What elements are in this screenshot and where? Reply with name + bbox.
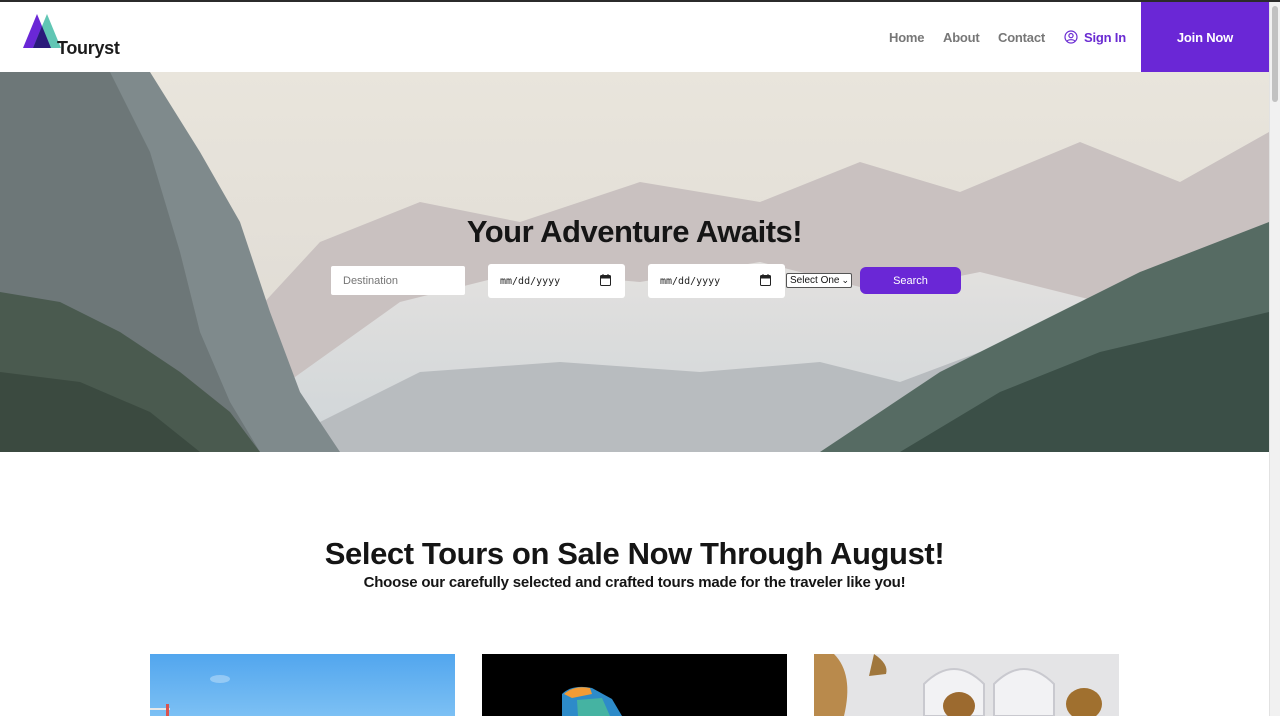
site-header: Touryst Home About Contact Sign In Join … bbox=[0, 2, 1269, 72]
nav-item-about[interactable]: About bbox=[943, 2, 980, 72]
tour-photo-colorful bbox=[562, 686, 622, 716]
hero-banner: Your Adventure Awaits! mm/dd/yyyy mm/dd/… bbox=[0, 72, 1269, 452]
calendar-icon[interactable] bbox=[600, 274, 611, 286]
destination-input[interactable] bbox=[331, 266, 465, 295]
search-bar: mm/dd/yyyy mm/dd/yyyy Select One ⌄ Searc… bbox=[0, 264, 1269, 298]
tour-photo-sky bbox=[150, 675, 230, 716]
nav-link-contact[interactable]: Contact bbox=[998, 30, 1045, 45]
end-date-text: mm/dd/yyyy bbox=[660, 275, 721, 287]
nav-item-home[interactable]: Home bbox=[889, 2, 925, 72]
user-circle-icon bbox=[1064, 30, 1078, 44]
nav-link-about[interactable]: About bbox=[943, 30, 980, 45]
start-date-input[interactable]: mm/dd/yyyy bbox=[488, 264, 625, 298]
tour-card-image[interactable] bbox=[150, 654, 455, 716]
nav-link-home[interactable]: Home bbox=[889, 30, 925, 45]
chevron-down-icon: ⌄ bbox=[841, 275, 849, 285]
page-scrollbar[interactable] bbox=[1269, 2, 1280, 716]
sale-section-title: Select Tours on Sale Now Through August! bbox=[324, 536, 945, 571]
hero-title: Your Adventure Awaits! bbox=[466, 214, 803, 249]
join-now-button[interactable]: Join Now bbox=[1141, 2, 1269, 72]
nav-item-contact[interactable]: Contact bbox=[998, 2, 1045, 72]
logo[interactable]: Touryst bbox=[21, 12, 131, 62]
scrollbar-thumb[interactable] bbox=[1272, 6, 1278, 102]
sign-in-link[interactable]: Sign In bbox=[1064, 2, 1126, 72]
calendar-icon[interactable] bbox=[760, 274, 771, 286]
select-value: Select One bbox=[790, 275, 840, 286]
logo-text: Touryst bbox=[57, 38, 120, 58]
search-button[interactable]: Search bbox=[860, 267, 961, 294]
start-date-text: mm/dd/yyyy bbox=[500, 275, 561, 287]
sale-section-subtitle: Choose our carefully selected and crafte… bbox=[363, 574, 906, 591]
travelers-select[interactable]: Select One ⌄ bbox=[786, 273, 852, 288]
end-date-input[interactable]: mm/dd/yyyy bbox=[648, 264, 785, 298]
tour-photo-architecture bbox=[814, 654, 1119, 716]
sign-in-label: Sign In bbox=[1084, 29, 1126, 45]
tour-card-image[interactable] bbox=[814, 654, 1119, 716]
tour-card-image[interactable] bbox=[482, 654, 787, 716]
mountain-background-image bbox=[0, 72, 1269, 452]
